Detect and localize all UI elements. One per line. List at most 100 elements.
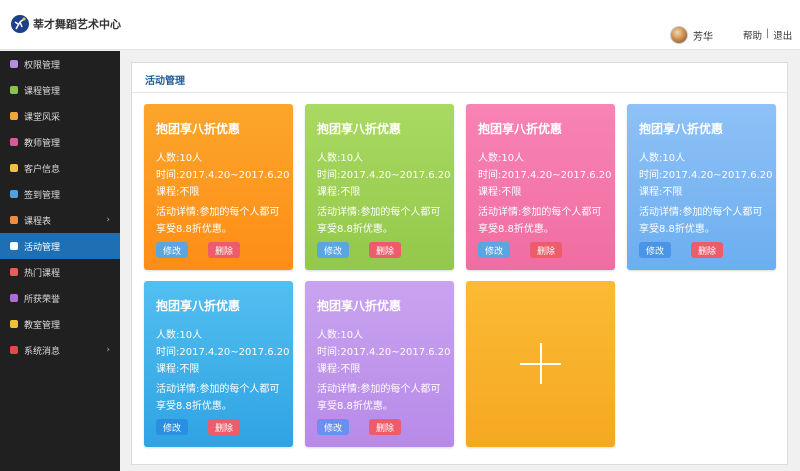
activity-course: 课程:不限	[156, 187, 200, 198]
activity-time: 时间:2017.4.20~2017.6.20	[317, 347, 451, 358]
link-separator: |	[766, 28, 770, 39]
delete-button[interactable]: 删除	[208, 419, 240, 435]
calendar-icon	[10, 190, 18, 198]
sidebar-item[interactable]: 权限管理	[0, 51, 120, 77]
logo[interactable]: 莘才舞蹈艺术中心	[10, 14, 121, 34]
activity-detail: 活动详情:参加的每个人都可	[156, 384, 280, 395]
delete-button[interactable]: 删除	[691, 242, 723, 258]
activity-course: 课程:不限	[156, 364, 200, 375]
delete-button[interactable]: 删除	[369, 242, 401, 258]
add-activity-button[interactable]	[466, 281, 615, 447]
activity-time: 时间:2017.4.20~2017.6.20	[317, 170, 451, 181]
sidebar-item-label: 活动管理	[24, 242, 61, 253]
user-menu[interactable]: 芳华	[670, 26, 713, 44]
activity-course: 课程:不限	[639, 187, 683, 198]
trophy-icon	[10, 294, 18, 302]
sidebar-item[interactable]: 教室管理	[0, 311, 120, 337]
edit-button[interactable]: 修改	[317, 419, 349, 435]
member-count: 人数:10人	[156, 153, 203, 164]
activity-card: 抱团享八折优惠 人数:10人 时间:2017.4.20~2017.6.20 课程:不限…	[627, 104, 776, 270]
sidebar-item[interactable]: 系统消息 ›	[0, 337, 120, 363]
sun-icon	[10, 112, 18, 120]
dancer-logo-icon	[11, 15, 29, 33]
home-icon	[10, 320, 18, 328]
edit-button[interactable]: 修改	[156, 419, 188, 435]
bell-icon	[10, 346, 18, 354]
sidebar-item-label: 签到管理	[24, 190, 61, 201]
schedule-icon	[10, 216, 18, 224]
edit-button[interactable]: 修改	[639, 242, 671, 258]
activity-time: 时间:2017.4.20~2017.6.20	[156, 347, 290, 358]
sidebar-item-label: 课堂风采	[24, 112, 61, 123]
activity-detail-cont: 享受8.8折优惠。	[156, 224, 232, 235]
logout-link[interactable]: 退出	[773, 28, 792, 42]
activity-detail: 活动详情:参加的每个人都可	[156, 207, 280, 218]
activity-detail: 活动详情:参加的每个人都可	[317, 384, 441, 395]
sidebar-item[interactable]: 客户信息	[0, 155, 120, 181]
activity-time: 时间:2017.4.20~2017.6.20	[156, 170, 290, 181]
edit-button[interactable]: 修改	[478, 242, 510, 258]
activity-panel: 活动管理 抱团享八折优惠 人数:10人 时间:2017.4.20~2017.6.20…	[131, 62, 788, 465]
top-bar: 莘才舞蹈艺术中心 芳华 帮助 | 退出	[0, 0, 800, 50]
help-link[interactable]: 帮助	[743, 28, 762, 42]
sidebar-item[interactable]: 热门课程	[0, 259, 120, 285]
member-count: 人数:10人	[478, 153, 525, 164]
member-count: 人数:10人	[639, 153, 686, 164]
activity-card: 抱团享八折优惠 人数:10人时间:2017.4.20~2017.6.20 课程:不限…	[466, 104, 615, 270]
chevron-right-icon: ›	[106, 345, 110, 355]
activity-detail: 活动详情:参加的每个人都可	[317, 207, 441, 218]
avatar[interactable]	[670, 26, 688, 44]
edit-button[interactable]: 修改	[317, 242, 349, 258]
sidebar-item-label: 教室管理	[24, 320, 61, 331]
activity-detail-cont: 享受8.8折优惠。	[639, 224, 715, 235]
activity-card: 抱团享八折优惠 人数:10人时间:2017.4.20~2017.6.20 课程:不限…	[144, 281, 293, 447]
activity-course: 课程:不限	[317, 187, 361, 198]
sidebar-item-label: 客户信息	[24, 164, 61, 175]
card-title: 抱团享八折优惠	[478, 122, 563, 136]
card-title: 抱团享八折优惠	[156, 122, 241, 136]
delete-button[interactable]: 删除	[369, 419, 401, 435]
sidebar-item-label: 热门课程	[24, 268, 61, 279]
sidebar-item[interactable]: 教师管理	[0, 129, 120, 155]
activity-detail-cont: 享受8.8折优惠。	[317, 224, 393, 235]
user-icon	[10, 164, 18, 172]
book-icon	[10, 268, 18, 276]
card-title: 抱团享八折优惠	[639, 122, 724, 136]
activity-course: 课程:不限	[478, 187, 522, 198]
delete-button[interactable]: 删除	[530, 242, 562, 258]
sidebar-item-label: 课程表	[24, 216, 52, 227]
sidebar-item[interactable]: 课程表 ›	[0, 207, 120, 233]
teacher-icon	[10, 138, 18, 146]
activity-card: 抱团享八折优惠 人数:10人 时间:2017.4.20~2017.6.20 课程:不限…	[305, 281, 454, 447]
panel-title: 活动管理	[145, 76, 185, 87]
plus-icon	[540, 343, 542, 384]
panel-divider	[132, 92, 787, 93]
sidebar-item-label: 课程管理	[24, 86, 61, 97]
table-icon	[10, 86, 18, 94]
activity-detail: 活动详情:参加的每个人都可	[478, 207, 602, 218]
sidebar-item-label: 所获荣誉	[24, 294, 61, 305]
app-title: 莘才舞蹈艺术中心	[33, 18, 121, 31]
sidebar-item[interactable]: 所获荣誉	[0, 285, 120, 311]
card-title: 抱团享八折优惠	[317, 299, 402, 313]
activity-detail-cont: 享受8.8折优惠。	[156, 401, 232, 412]
sidebar: 权限管理课程管理课堂风采教师管理客户信息签到管理课程表 › 活动管理热门课程所获荣誉…	[0, 51, 120, 471]
sidebar-item[interactable]: 签到管理	[0, 181, 120, 207]
activity-time: 时间:2017.4.20~2017.6.20	[478, 170, 612, 181]
sidebar-item[interactable]: 课堂风采	[0, 103, 120, 129]
chevron-right-icon: ›	[106, 215, 110, 225]
sidebar-item[interactable]: 活动管理	[0, 233, 120, 259]
activity-detail-cont: 享受8.8折优惠。	[317, 401, 393, 412]
delete-button[interactable]: 删除	[208, 242, 240, 258]
edit-button[interactable]: 修改	[156, 242, 188, 258]
card-title: 抱团享八折优惠	[156, 299, 241, 313]
sidebar-item[interactable]: 课程管理	[0, 77, 120, 103]
sidebar-item-label: 权限管理	[24, 60, 61, 71]
lock-icon	[10, 60, 18, 68]
document-icon	[10, 242, 18, 250]
member-count: 人数:10人	[156, 330, 203, 341]
sidebar-item-label: 教师管理	[24, 138, 61, 149]
member-count: 人数:10人	[317, 330, 364, 341]
top-links: 帮助 | 退出	[743, 28, 792, 42]
sidebar-item-label: 系统消息	[24, 346, 61, 357]
